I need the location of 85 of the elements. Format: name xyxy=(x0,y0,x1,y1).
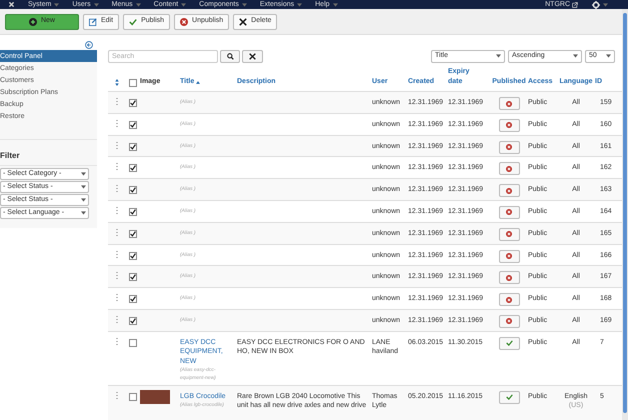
publish-toggle-button[interactable] xyxy=(498,184,520,198)
drag-handle-icon[interactable] xyxy=(116,98,118,105)
settings-icon[interactable] xyxy=(592,0,600,8)
caret-icon xyxy=(81,198,86,202)
checkbox[interactable] xyxy=(129,208,137,216)
unpublished-icon xyxy=(506,274,512,281)
sort-icon[interactable] xyxy=(115,79,119,86)
publish-toggle-button[interactable] xyxy=(498,140,520,154)
checkbox[interactable] xyxy=(129,338,137,347)
caret-icon xyxy=(54,2,60,6)
drag-handle-icon[interactable] xyxy=(116,206,118,214)
unpublished-icon xyxy=(506,209,512,216)
unpublished-icon xyxy=(506,122,512,128)
checkbox[interactable] xyxy=(129,142,137,151)
drag-handle-icon[interactable] xyxy=(116,272,118,280)
drag-handle-icon[interactable] xyxy=(116,250,118,258)
logo-icon xyxy=(8,1,15,8)
caret-icon xyxy=(81,172,86,176)
caret-icon xyxy=(603,2,608,6)
checkbox[interactable] xyxy=(129,273,137,282)
drag-handle-icon[interactable] xyxy=(116,338,118,345)
caret-icon xyxy=(81,185,86,189)
edit-icon xyxy=(89,18,97,26)
sort-asc-icon xyxy=(196,80,200,84)
caret-icon xyxy=(496,54,501,58)
checkbox[interactable] xyxy=(129,295,137,304)
drag-handle-icon[interactable] xyxy=(116,185,118,192)
checkbox[interactable] xyxy=(129,99,137,107)
checkbox[interactable] xyxy=(129,164,137,172)
publish-toggle-button[interactable] xyxy=(498,228,520,241)
publish-toggle-button[interactable] xyxy=(498,336,520,350)
drag-handle-icon[interactable] xyxy=(116,228,118,236)
unpublished-icon xyxy=(506,100,512,106)
caret-icon xyxy=(81,211,86,215)
collapse-icon[interactable] xyxy=(85,41,93,49)
close-circle-icon xyxy=(180,18,188,26)
unpublished-icon xyxy=(506,231,512,238)
check-icon xyxy=(506,340,512,346)
unpublished-icon xyxy=(506,188,512,194)
caret-icon xyxy=(332,2,338,6)
close-icon xyxy=(239,18,248,26)
drag-handle-icon[interactable] xyxy=(116,163,118,170)
caret-icon xyxy=(606,54,611,58)
caret-icon xyxy=(94,2,99,6)
drag-handle-icon[interactable] xyxy=(116,294,118,302)
drag-handle-icon[interactable] xyxy=(116,142,118,149)
drag-handle-icon[interactable] xyxy=(116,392,118,399)
publish-toggle-button[interactable] xyxy=(498,162,520,176)
external-link-icon xyxy=(572,2,578,8)
check-icon xyxy=(506,394,512,400)
checkbox[interactable] xyxy=(129,120,137,129)
caret-icon xyxy=(297,2,302,6)
unpublished-icon xyxy=(506,144,512,150)
caret-icon xyxy=(181,2,186,6)
publish-toggle-button[interactable] xyxy=(498,390,520,404)
publish-toggle-button[interactable] xyxy=(498,250,520,263)
checkbox[interactable] xyxy=(129,252,137,260)
filter-heading: Filter xyxy=(0,150,97,166)
clear-button[interactable] xyxy=(242,50,263,62)
plus-icon xyxy=(28,18,37,26)
publish-toggle-button[interactable] xyxy=(498,314,520,328)
checkbox[interactable] xyxy=(129,230,137,238)
checkbox[interactable] xyxy=(129,79,137,87)
unpublished-icon xyxy=(506,296,512,303)
checkbox[interactable] xyxy=(129,392,137,401)
checkbox[interactable] xyxy=(129,316,137,325)
publish-toggle-button[interactable] xyxy=(498,118,520,132)
publish-toggle-button[interactable] xyxy=(498,271,520,284)
unpublished-icon xyxy=(506,253,512,260)
publish-toggle-button[interactable] xyxy=(498,206,520,219)
caret-icon xyxy=(136,2,141,6)
drag-handle-icon[interactable] xyxy=(116,316,118,323)
close-icon xyxy=(249,52,256,60)
caret-icon xyxy=(242,2,247,6)
drag-handle-icon[interactable] xyxy=(116,120,118,127)
unpublished-icon xyxy=(506,166,512,172)
check-icon xyxy=(129,18,138,26)
checkbox[interactable] xyxy=(129,186,137,194)
search-icon xyxy=(226,52,234,60)
search-button[interactable] xyxy=(220,50,240,62)
publish-toggle-button[interactable] xyxy=(498,293,520,306)
unpublished-icon xyxy=(506,318,512,324)
publish-toggle-button[interactable] xyxy=(498,97,520,110)
caret-icon xyxy=(573,54,578,58)
scrollbar-thumb[interactable] xyxy=(623,13,627,413)
